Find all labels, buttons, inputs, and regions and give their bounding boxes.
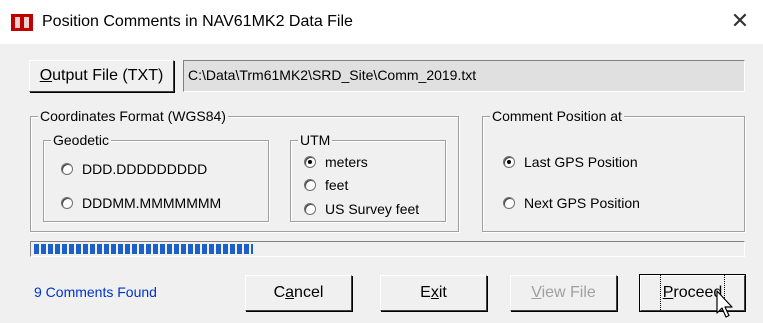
coordinates-format-label: Coordinates Format (WGS84): [38, 108, 228, 124]
mouse-pointer-icon: [716, 290, 733, 318]
close-icon[interactable]: ✕: [727, 8, 753, 34]
radio-us-survey-feet[interactable]: US Survey feet: [304, 201, 419, 217]
radio-label: DDD.DDDDDDDDD: [82, 161, 208, 177]
radio-next-gps[interactable]: Next GPS Position: [503, 195, 640, 211]
radio-button-icon[interactable]: [61, 197, 73, 209]
comment-position-group: [482, 116, 745, 232]
output-path-field[interactable]: C:\Data\Trm61MK2\SRD_Site\Comm_2019.txt: [183, 60, 745, 92]
radio-label: Last GPS Position: [524, 154, 638, 170]
radio-label: feet: [325, 177, 349, 193]
comment-position-label: Comment Position at: [490, 108, 624, 124]
radio-button-icon[interactable]: [503, 197, 515, 209]
view-label-post: iew File: [541, 284, 596, 301]
radio-last-gps[interactable]: Last GPS Position: [503, 154, 638, 170]
utm-label: UTM: [298, 132, 333, 148]
title-bar[interactable]: Position Comments in NAV61MK2 Data File …: [0, 0, 763, 44]
app-icon: [11, 14, 33, 31]
radio-label: meters: [325, 154, 368, 170]
dialog-window: Position Comments in NAV61MK2 Data File …: [0, 0, 763, 323]
cancel-button[interactable]: Cancel: [245, 275, 352, 311]
proceed-label-mnemonic: P: [662, 284, 674, 301]
exit-button[interactable]: Exit: [380, 275, 487, 311]
cancel-label-mnemonic: a: [285, 284, 295, 301]
radio-meters[interactable]: meters: [304, 154, 368, 170]
radio-button-icon[interactable]: [304, 156, 316, 168]
view-label-mnemonic: V: [531, 284, 542, 301]
status-text: 9 Comments Found: [34, 284, 157, 300]
radio-button-icon[interactable]: [304, 203, 316, 215]
radio-feet[interactable]: feet: [304, 177, 348, 193]
cancel-label-post: ncel: [294, 284, 324, 301]
view-file-button[interactable]: View File: [510, 275, 617, 311]
exit-label-mnemonic: x: [430, 284, 439, 301]
exit-label-post: it: [438, 284, 447, 301]
radio-button-icon[interactable]: [503, 156, 515, 168]
window-title: Position Comments in NAV61MK2 Data File: [42, 13, 353, 30]
radio-label: US Survey feet: [325, 201, 420, 217]
radio-label: Next GPS Position: [524, 195, 640, 211]
geodetic-label: Geodetic: [51, 132, 112, 148]
progress-fill: [34, 244, 254, 254]
output-file-button[interactable]: Output File (TXT): [29, 60, 174, 92]
radio-button-icon[interactable]: [304, 179, 316, 191]
output-file-button-mnemonic: O: [39, 67, 53, 84]
output-file-button-label: utput File (TXT): [52, 67, 164, 84]
cancel-label-pre: C: [273, 284, 286, 301]
progress-bar: [30, 241, 745, 257]
exit-label-pre: E: [420, 284, 431, 301]
radio-ddd-decimal[interactable]: DDD.DDDDDDDDD: [61, 161, 207, 177]
radio-button-icon[interactable]: [61, 163, 73, 175]
proceed-label-post: roceed: [673, 284, 723, 301]
radio-label: DDDMM.MMMMMMM: [82, 195, 222, 211]
radio-dddmm[interactable]: DDDMM.MMMMMMM: [61, 195, 221, 211]
